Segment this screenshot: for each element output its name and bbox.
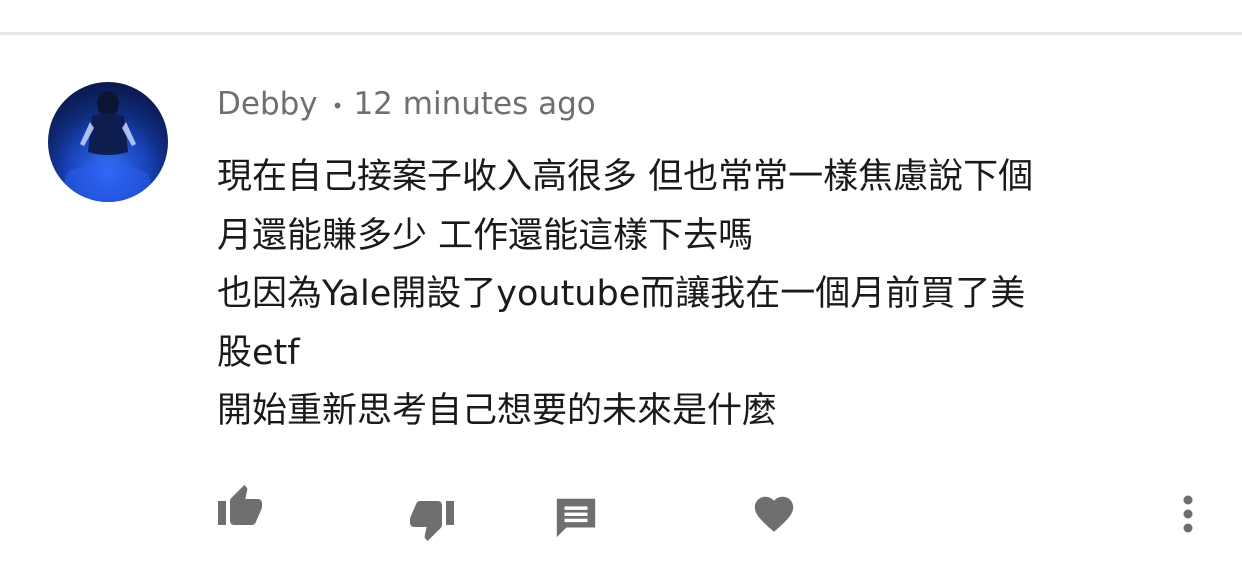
like-button[interactable] xyxy=(213,480,267,534)
more-options-button[interactable] xyxy=(1161,487,1215,541)
comment-line: 月還能賺多少 工作還能這樣下去嗎 xyxy=(217,215,754,256)
comment-line: 現在自己接案子收入高很多 但也常常一樣焦慮說下個 xyxy=(217,157,1034,197)
comment-meta: Debby • 12 minutes ago xyxy=(217,86,596,126)
dislike-button[interactable] xyxy=(405,492,459,546)
reply-icon xyxy=(556,498,596,538)
comment-line: 也因為Yale開設了youtube而讓我在一個月前買了美 xyxy=(217,274,1026,314)
avatar-image xyxy=(48,82,168,202)
more-vert-icon xyxy=(1183,495,1193,533)
heart-button[interactable] xyxy=(747,487,801,541)
comment-screen: Debby • 12 minutes ago 現在自己接案子收入高很多 但也常常一樣… xyxy=(0,0,1242,584)
author-name[interactable]: Debby xyxy=(217,86,318,122)
heart-icon xyxy=(754,496,794,532)
avatar[interactable] xyxy=(48,82,168,202)
comment-timestamp[interactable]: 12 minutes ago xyxy=(353,86,595,122)
meta-separator: • xyxy=(331,93,344,118)
thumb-down-icon xyxy=(410,501,454,541)
thumb-up-icon xyxy=(218,485,262,525)
comment-body: 現在自己接案子收入高很多 但也常常一樣焦慮說下個 月還能賺多少 工作還能這樣下去… xyxy=(217,148,1217,441)
reply-button[interactable] xyxy=(549,489,603,543)
comment-line: 開始重新思考自己想要的未來是什麼 xyxy=(217,391,778,431)
top-divider xyxy=(0,32,1242,35)
comment-line: 股etf xyxy=(217,332,300,373)
